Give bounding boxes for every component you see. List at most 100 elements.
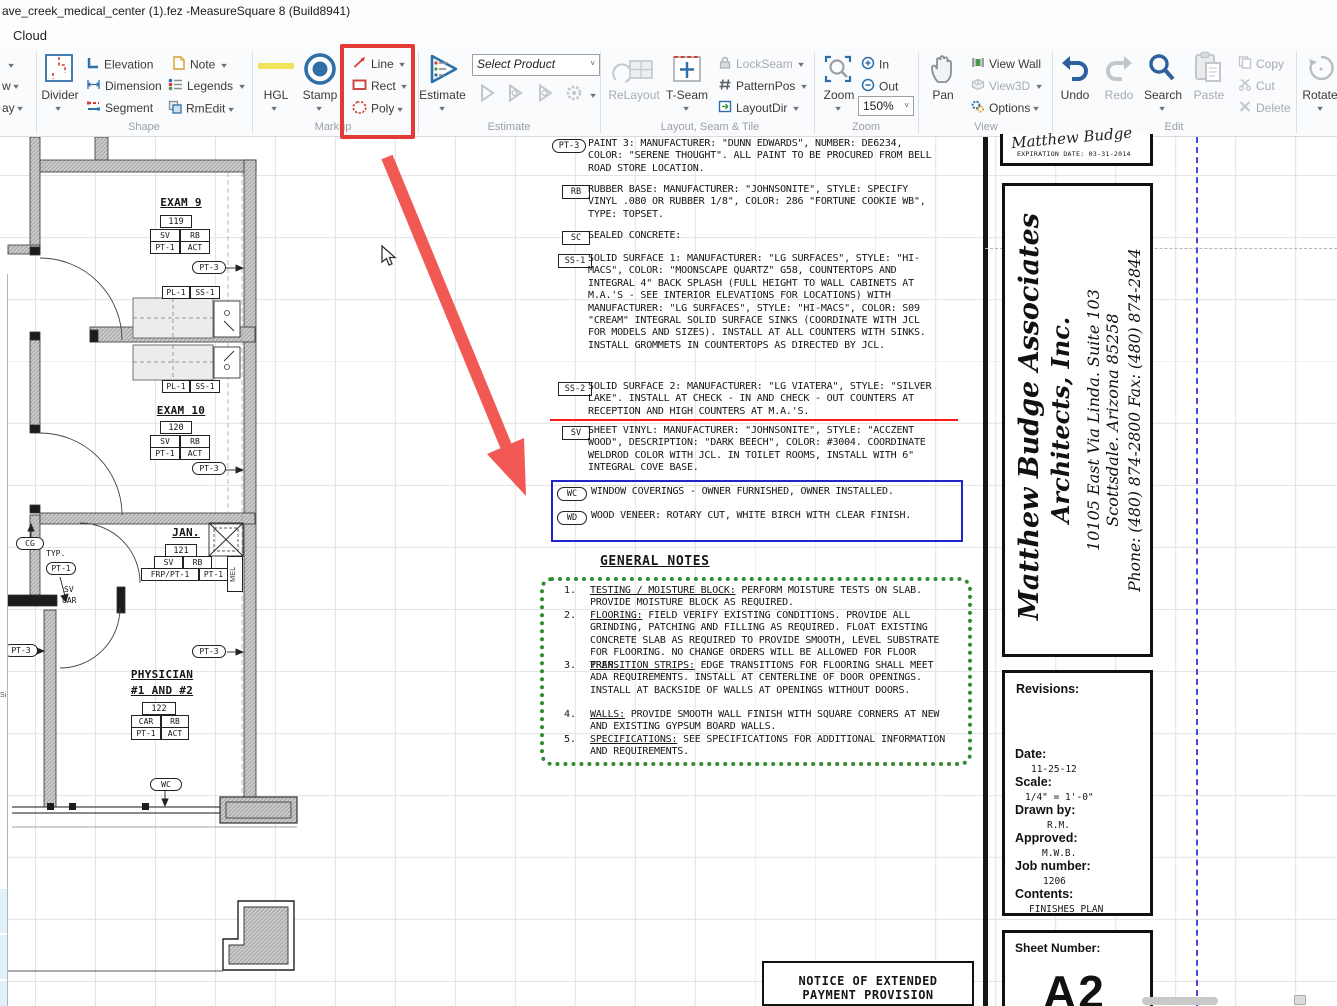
note-head: TESTING / MOISTURE BLOCK:	[590, 585, 736, 596]
approved-label: Approved:	[1015, 831, 1078, 845]
shape-group-label: Shape	[128, 121, 160, 133]
view3d-button[interactable]: View3D	[971, 78, 1041, 94]
dropdown-caret-icon[interactable]	[316, 104, 322, 113]
spec-text-rb: RUBBER BASE: MANUFACTURER: "JOHNSONITE",…	[588, 184, 926, 220]
lockseam-button[interactable]: LockSeam	[718, 56, 803, 72]
dropdown-caret-icon	[801, 82, 807, 91]
note-item-4: WALLS: PROVIDE SMOOTH WALL FINISH WITH S…	[590, 709, 946, 734]
date-value: 11-25-12	[1031, 764, 1077, 775]
divider-button[interactable]	[44, 53, 74, 88]
hgl-label: HGL	[263, 88, 289, 102]
tseam-label: T-Seam	[665, 88, 708, 102]
undo-button[interactable]	[1058, 53, 1092, 88]
copy-icon	[1238, 56, 1252, 72]
note-number: 4.	[564, 709, 577, 720]
finish-cell: ACT	[180, 241, 210, 254]
scale-value: 1/4" = 1'-0"	[1025, 792, 1094, 803]
spec-text-pt3: PAINT 3: MANUFACTURER: "DUNN EDWARDS", N…	[588, 138, 932, 174]
estimate-run-buttons[interactable]	[476, 82, 595, 107]
segment-icon	[86, 100, 101, 116]
search-button[interactable]	[1146, 52, 1178, 89]
layoutdir-button[interactable]: LayoutDir	[718, 100, 798, 116]
notice-box: NOTICE OF EXTENDED PAYMENT PROVISION	[762, 961, 974, 1006]
options-button[interactable]: Options	[971, 100, 1038, 116]
segment-button[interactable]: Segment	[86, 100, 153, 116]
ribbon-fragment-2[interactable]: ay	[2, 100, 22, 115]
hgl-button[interactable]	[258, 63, 294, 69]
annotation-highlight-box	[340, 44, 415, 139]
finish-cell: ACT	[180, 447, 210, 460]
zoom-level-dropdown[interactable]: 150%	[858, 96, 914, 116]
relayout-label: ReLayout	[608, 88, 660, 102]
finish-tag-pl1-ss1: PL-1 SS-1	[162, 380, 220, 393]
paste-button[interactable]	[1192, 51, 1224, 90]
estimate-button[interactable]	[424, 53, 460, 90]
stamp-button[interactable]	[303, 52, 337, 91]
revisions-block: Revisions: Date: 11-25-12 Scale: 1/4" = …	[1002, 670, 1153, 916]
rotate-label: Rotate	[1302, 88, 1337, 102]
mop-sink-symbol	[208, 522, 244, 557]
zoom-button[interactable]	[822, 53, 854, 90]
ribbon-fragment-1[interactable]: w	[2, 78, 18, 93]
rotate-button[interactable]	[1306, 53, 1336, 90]
finish-cell: PL-1	[162, 380, 190, 393]
note-button[interactable]: Note	[172, 56, 226, 73]
scrollbar-corner[interactable]	[1294, 995, 1306, 1005]
horizontal-scrollbar-thumb[interactable]	[1142, 997, 1218, 1005]
options-gears-icon	[971, 100, 985, 116]
spec-badge-pt3: PT-3	[552, 139, 586, 153]
dropdown-caret-icon[interactable]	[835, 104, 841, 113]
delete-x-icon	[1238, 100, 1252, 116]
rmedit-button[interactable]: RmEdit	[168, 100, 233, 117]
room-number-exam9: 119	[160, 215, 192, 228]
collapsed-side-panel[interactable]: Si	[0, 274, 8, 1006]
undo-label: Undo	[1060, 88, 1090, 102]
dropdown-caret-icon[interactable]	[439, 104, 445, 113]
spec-text-sc: SEALED CONCRETE:	[588, 230, 682, 241]
redo-icon	[1106, 56, 1132, 81]
dropdown-caret-icon	[1036, 82, 1042, 91]
finish-table-exam9-row2: PT-1 ACT	[150, 241, 210, 254]
pan-button[interactable]	[928, 52, 958, 91]
tseam-button[interactable]	[671, 52, 703, 89]
zoom-in-icon	[861, 56, 875, 73]
scale-label: Scale:	[1015, 775, 1052, 789]
measuresquare-window: ave_creek_medical_center (1).fez -Measur…	[0, 0, 1337, 1006]
note-item-1: TESTING / MOISTURE BLOCK: PERFORM MOISTU…	[590, 585, 946, 610]
play-step-icon	[505, 82, 527, 107]
date-label: Date:	[1015, 747, 1047, 761]
dropdown-caret-icon[interactable]	[271, 104, 277, 113]
contents-value: FINISHES PLAN	[1029, 904, 1104, 915]
dropdown-caret-icon[interactable]	[8, 61, 14, 70]
spec-text-ss1: SOLID SURFACE 1: MANUFACTURER: "LG SURFA…	[588, 253, 926, 351]
search-icon	[1149, 54, 1175, 81]
drawing-canvas[interactable]: EXAM 9 119 SV RB PT-1 ACT PT-3 PL-1 SS-1…	[0, 124, 1337, 1006]
finish-cell: FRP/PT-1	[141, 568, 199, 581]
finish-cell: SS-1	[190, 380, 220, 393]
dimension-button[interactable]: Dimension	[86, 78, 162, 94]
dropdown-caret-icon[interactable]	[1317, 104, 1323, 113]
callout-car: CAR	[62, 596, 77, 605]
delete-button[interactable]: Delete	[1238, 100, 1291, 116]
redo-button[interactable]	[1102, 53, 1136, 88]
menu-item-cloud[interactable]: Cloud	[13, 28, 47, 43]
dropdown-caret-icon	[591, 91, 597, 100]
room-name-physician: PHYSICIAN	[130, 668, 194, 681]
zoom-in-button[interactable]: In	[861, 56, 889, 73]
dropdown-caret-icon[interactable]	[1159, 104, 1165, 113]
cut-button[interactable]: Cut	[1238, 78, 1275, 94]
view-wall-button[interactable]: View Wall	[971, 56, 1041, 72]
zoom-out-button[interactable]: Out	[861, 78, 898, 95]
patternpos-button[interactable]: PatternPos	[718, 78, 806, 94]
select-product-dropdown[interactable]: Select Product	[472, 54, 600, 76]
legends-button[interactable]: Legends	[168, 78, 244, 94]
dropdown-caret-icon[interactable]	[55, 104, 61, 113]
copy-button[interactable]: Copy	[1238, 56, 1284, 72]
zoom-icon	[824, 55, 852, 83]
approved-value: M.W.B.	[1042, 848, 1077, 859]
elevation-button[interactable]: Elevation	[86, 56, 153, 73]
undo-icon	[1062, 56, 1088, 81]
dropdown-caret-icon[interactable]	[683, 104, 689, 113]
note-item-5: SPECIFICATIONS: SEE SPECIFICATIONS FOR A…	[590, 734, 946, 759]
relayout-button[interactable]	[608, 58, 656, 89]
